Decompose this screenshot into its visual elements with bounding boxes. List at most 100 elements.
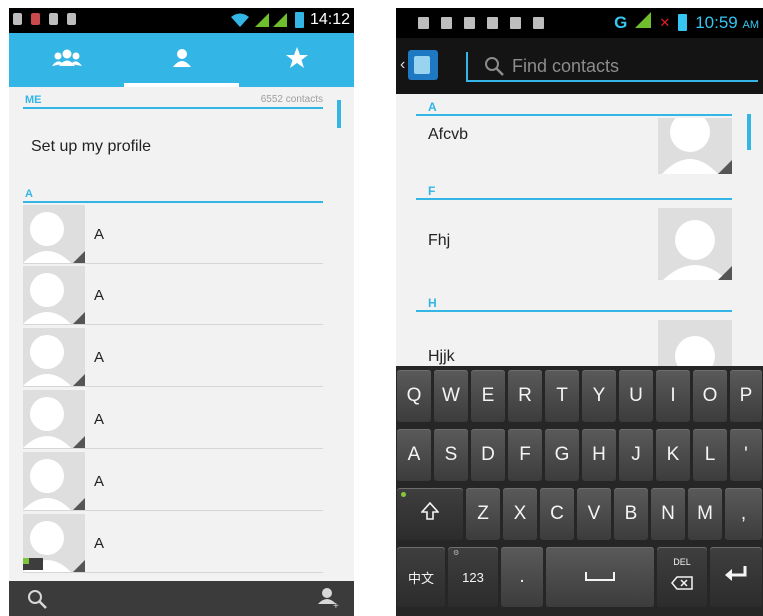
key-q[interactable]: Q bbox=[397, 370, 431, 422]
key-s[interactable]: S bbox=[434, 429, 468, 481]
signal-icon bbox=[254, 13, 289, 27]
tab-favorites[interactable] bbox=[239, 33, 354, 87]
key-m[interactable]: M bbox=[688, 488, 722, 540]
key-w[interactable]: W bbox=[434, 370, 468, 422]
key-l[interactable]: L bbox=[693, 429, 727, 481]
back-icon[interactable]: ‹ bbox=[400, 56, 405, 74]
key-o[interactable]: O bbox=[693, 370, 727, 422]
section-divider bbox=[23, 201, 323, 203]
period-key[interactable]: . bbox=[501, 547, 543, 607]
person-icon bbox=[172, 48, 192, 73]
key-x[interactable]: X bbox=[503, 488, 537, 540]
contact-photo-placeholder bbox=[658, 320, 732, 366]
key-k[interactable]: K bbox=[656, 429, 690, 481]
notification-icon bbox=[31, 13, 40, 25]
key-f[interactable]: F bbox=[508, 429, 542, 481]
contact-name: A bbox=[94, 349, 105, 366]
list-item[interactable]: Fhj bbox=[416, 202, 732, 280]
scrollbar[interactable] bbox=[747, 114, 751, 150]
scrollbar[interactable] bbox=[337, 100, 341, 128]
list-item[interactable]: A bbox=[23, 389, 323, 449]
delete-key[interactable]: DEL bbox=[657, 547, 707, 607]
key-p[interactable]: P bbox=[730, 370, 762, 422]
section-header-a: A bbox=[416, 94, 732, 116]
list-item[interactable]: A bbox=[23, 451, 323, 511]
contact-photo-placeholder bbox=[658, 118, 732, 174]
status-time: 14:12 bbox=[309, 11, 350, 28]
shift-icon bbox=[420, 501, 440, 526]
search-input[interactable]: Find contacts bbox=[466, 50, 758, 82]
status-time: 10:59 AM bbox=[695, 12, 759, 32]
contacts-app-icon[interactable] bbox=[408, 50, 438, 80]
group-icon bbox=[51, 48, 82, 73]
key-n[interactable]: N bbox=[651, 488, 685, 540]
list-item[interactable]: Afcvb bbox=[416, 118, 732, 174]
list-item[interactable]: Hjjk bbox=[416, 314, 732, 366]
numbers-key[interactable]: ⚙ 123 bbox=[448, 547, 498, 607]
warning-icon bbox=[533, 17, 544, 29]
space-key[interactable] bbox=[546, 547, 654, 607]
section-header-h: H bbox=[416, 290, 732, 312]
key-i[interactable]: I bbox=[656, 370, 690, 422]
contacts-search-screen-right: G ✕ 10:59 AM ‹ Find contacts A Afcvb F F… bbox=[396, 8, 763, 616]
search-results-list: A Afcvb F Fhj H Hjjk bbox=[396, 94, 763, 366]
key-z[interactable]: Z bbox=[466, 488, 500, 540]
key-e[interactable]: E bbox=[471, 370, 505, 422]
contact-list: ME 6552 contacts Set up my profile A A A bbox=[9, 87, 354, 581]
search-placeholder: Find contacts bbox=[512, 56, 620, 76]
key-j[interactable]: J bbox=[619, 429, 653, 481]
key-a[interactable]: A bbox=[397, 429, 431, 481]
search-icon[interactable] bbox=[27, 589, 47, 614]
battery-icon bbox=[294, 12, 304, 28]
star-icon bbox=[285, 47, 308, 73]
status-bar: G ✕ 10:59 AM bbox=[396, 8, 763, 38]
key-comma[interactable]: , bbox=[725, 488, 762, 540]
enter-icon bbox=[724, 565, 748, 589]
shift-indicator bbox=[401, 492, 406, 497]
key-y[interactable]: Y bbox=[582, 370, 616, 422]
list-item[interactable]: A bbox=[23, 327, 323, 387]
contact-name: Fhj bbox=[428, 232, 451, 249]
list-item[interactable]: A bbox=[23, 265, 323, 325]
section-label-me: ME bbox=[25, 94, 42, 106]
key-u[interactable]: U bbox=[619, 370, 653, 422]
shift-key[interactable] bbox=[397, 488, 463, 540]
bottom-action-bar: + bbox=[9, 581, 354, 616]
key-r[interactable]: R bbox=[508, 370, 542, 422]
key-g[interactable]: G bbox=[545, 429, 579, 481]
key-b[interactable]: B bbox=[614, 488, 648, 540]
wifi-icon bbox=[230, 13, 249, 27]
contacts-count: 6552 contacts bbox=[260, 94, 323, 105]
warning-icon bbox=[510, 17, 521, 29]
contact-photo-placeholder bbox=[23, 328, 85, 386]
add-contact-icon[interactable]: + bbox=[318, 587, 340, 614]
contact-photo-placeholder bbox=[23, 205, 85, 263]
key-d[interactable]: D bbox=[471, 429, 505, 481]
usb-icon bbox=[487, 17, 498, 29]
key-h[interactable]: H bbox=[582, 429, 616, 481]
key-c[interactable]: C bbox=[540, 488, 574, 540]
contacts-tab-bar bbox=[9, 33, 354, 87]
setup-profile-item[interactable]: Set up my profile bbox=[31, 138, 151, 156]
settings-hint-icon: ⚙ bbox=[453, 550, 460, 557]
tab-groups[interactable] bbox=[9, 33, 124, 87]
search-icon bbox=[484, 56, 504, 81]
key-v[interactable]: V bbox=[577, 488, 611, 540]
android-icon bbox=[67, 13, 76, 25]
usb-icon bbox=[441, 17, 452, 29]
section-header-a: A bbox=[23, 181, 323, 203]
key-apostrophe[interactable]: ' bbox=[730, 429, 762, 481]
tab-all-contacts[interactable] bbox=[124, 33, 239, 87]
key-t[interactable]: T bbox=[545, 370, 579, 422]
contact-name: A bbox=[94, 535, 105, 552]
enter-key[interactable] bbox=[710, 547, 762, 607]
soft-keyboard: Q W E R T Y U I O P A S D F G H J K L ' … bbox=[396, 366, 763, 616]
network-type: G bbox=[614, 12, 628, 32]
list-item[interactable]: A bbox=[23, 204, 323, 264]
contact-name: Hjjk bbox=[428, 348, 455, 365]
list-item[interactable]: A bbox=[23, 513, 323, 573]
status-bar: 14:12 bbox=[9, 8, 354, 33]
language-key[interactable]: 中文 bbox=[397, 547, 445, 607]
usb-icon bbox=[13, 13, 22, 25]
contact-name: Afcvb bbox=[428, 126, 469, 143]
